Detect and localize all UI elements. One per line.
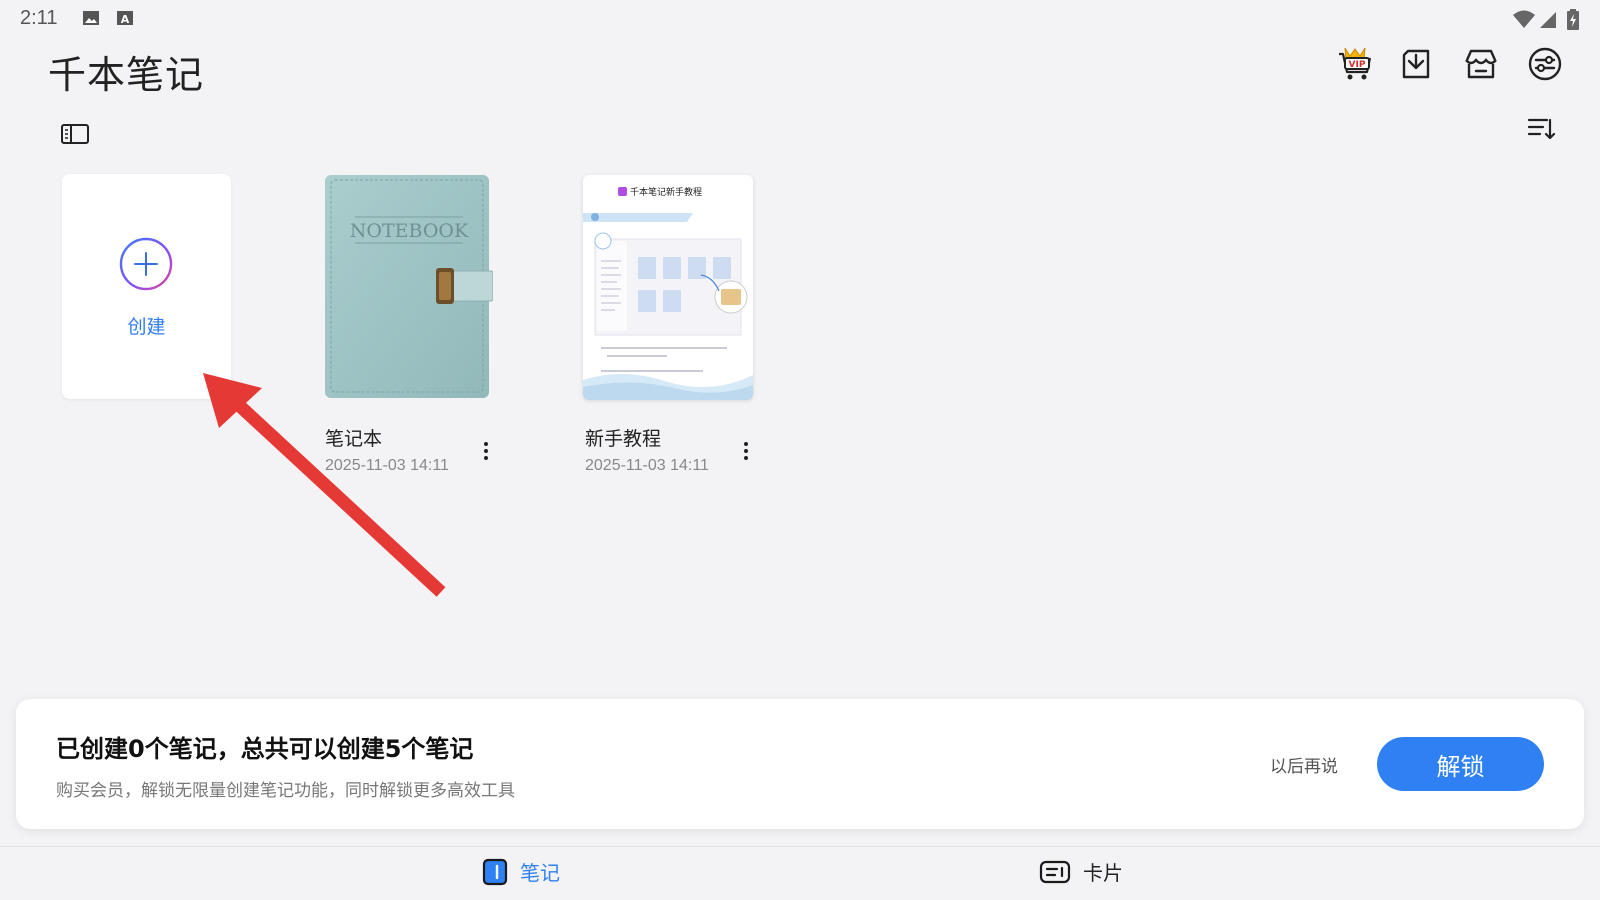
later-button[interactable]: 以后再说 [1270, 752, 1338, 777]
settings-button[interactable] [1525, 44, 1565, 84]
tutorial-date: 2025-11-03 14:11 [585, 457, 709, 474]
sort-icon[interactable] [1526, 114, 1556, 144]
card-icon [1039, 860, 1071, 883]
tab-cards[interactable]: 卡片 [1039, 857, 1123, 886]
create-notebook-card[interactable]: 创建 [62, 174, 231, 399]
keyboard-notification-icon: A [117, 11, 133, 26]
notebook-date: 2025-11-03 14:11 [325, 457, 449, 474]
more-options-icon[interactable] [476, 436, 496, 466]
tutorial-cover-image: 千本笔记新手教程 [583, 186, 753, 400]
import-button[interactable] [1396, 44, 1436, 84]
store-button[interactable] [1461, 44, 1501, 84]
bottom-nav: 笔记 卡片 [0, 846, 1600, 900]
notebook-cover-image: NOTEBOOK [325, 175, 494, 398]
settings-sliders-icon [1528, 47, 1562, 81]
tutorial-cover-title: 千本笔记新手教程 [630, 186, 702, 198]
more-options-icon[interactable] [736, 436, 756, 466]
notebook-name: 笔记本 [325, 428, 383, 450]
tutorial-cover[interactable]: 千本笔记新手教程 [583, 175, 753, 400]
notebook-cover-text: NOTEBOOK [350, 220, 469, 242]
image-notification-icon [83, 11, 99, 25]
import-icon [1402, 49, 1430, 79]
tab-notes-label: 笔记 [520, 861, 560, 885]
create-label: 创建 [127, 316, 166, 338]
banner-title: 已创建0个笔记，总共可以创建5个笔记 [56, 735, 474, 763]
tab-cards-label: 卡片 [1083, 861, 1123, 885]
battery-icon [1567, 9, 1579, 30]
notebook-icon [482, 858, 508, 885]
store-icon [1465, 49, 1497, 79]
banner-subtitle: 购买会员，解锁无限量创建笔记功能，同时解锁更多高效工具 [56, 781, 515, 801]
svg-text:VIP: VIP [1349, 60, 1366, 70]
wifi-icon [1513, 10, 1535, 28]
upgrade-banner: 已创建0个笔记，总共可以创建5个笔记 购买会员，解锁无限量创建笔记功能，同时解锁… [16, 699, 1584, 829]
sidebar-toggle-icon[interactable] [60, 122, 90, 146]
tab-notes[interactable]: 笔记 [482, 857, 560, 886]
tutorial-name: 新手教程 [585, 428, 662, 450]
add-circle-icon [119, 237, 173, 291]
unlock-button[interactable]: 解锁 [1377, 737, 1544, 791]
signal-icon [1540, 12, 1556, 28]
status-time: 2:11 [20, 7, 58, 29]
app-title: 千本笔记 [48, 53, 205, 97]
status-bar: 2:11 A [0, 0, 1600, 36]
svg-text:A: A [121, 13, 130, 26]
notebook-cover[interactable]: NOTEBOOK [323, 173, 494, 400]
vip-button[interactable]: VIP [1336, 44, 1376, 84]
vip-cart-icon: VIP [1339, 47, 1372, 80]
